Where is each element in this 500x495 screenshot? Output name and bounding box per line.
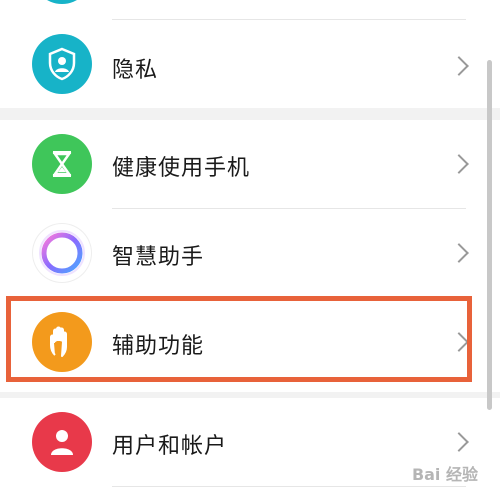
assistant-ring-icon <box>32 223 92 283</box>
settings-item-label: 用户和帐户 <box>112 434 228 459</box>
settings-item-label: 智慧助手 <box>112 245 205 270</box>
settings-item-privacy[interactable]: 隐私 <box>0 22 500 110</box>
highlight-box <box>6 296 472 382</box>
watermark: Bai 经验 <box>411 465 478 484</box>
hourglass-icon <box>32 134 92 194</box>
divider <box>112 486 466 487</box>
chevron-right-icon <box>449 56 469 76</box>
settings-group-top: 隐私 <box>0 0 500 108</box>
settings-item-assistant[interactable]: 智慧助手 <box>0 209 500 297</box>
chevron-right-icon <box>449 243 469 263</box>
settings-item-health[interactable]: 健康使用手机 <box>0 120 500 208</box>
divider <box>112 19 466 20</box>
chevron-right-icon <box>449 432 469 452</box>
shield-person-icon <box>32 34 92 94</box>
settings-item-label: 健康使用手机 <box>112 156 251 181</box>
partial-icon <box>32 0 92 4</box>
settings-item-partial[interactable] <box>0 0 500 18</box>
scrollbar[interactable] <box>487 60 492 410</box>
person-icon <box>32 412 92 472</box>
settings-item-label: 隐私 <box>112 58 159 83</box>
chevron-right-icon <box>449 154 469 174</box>
